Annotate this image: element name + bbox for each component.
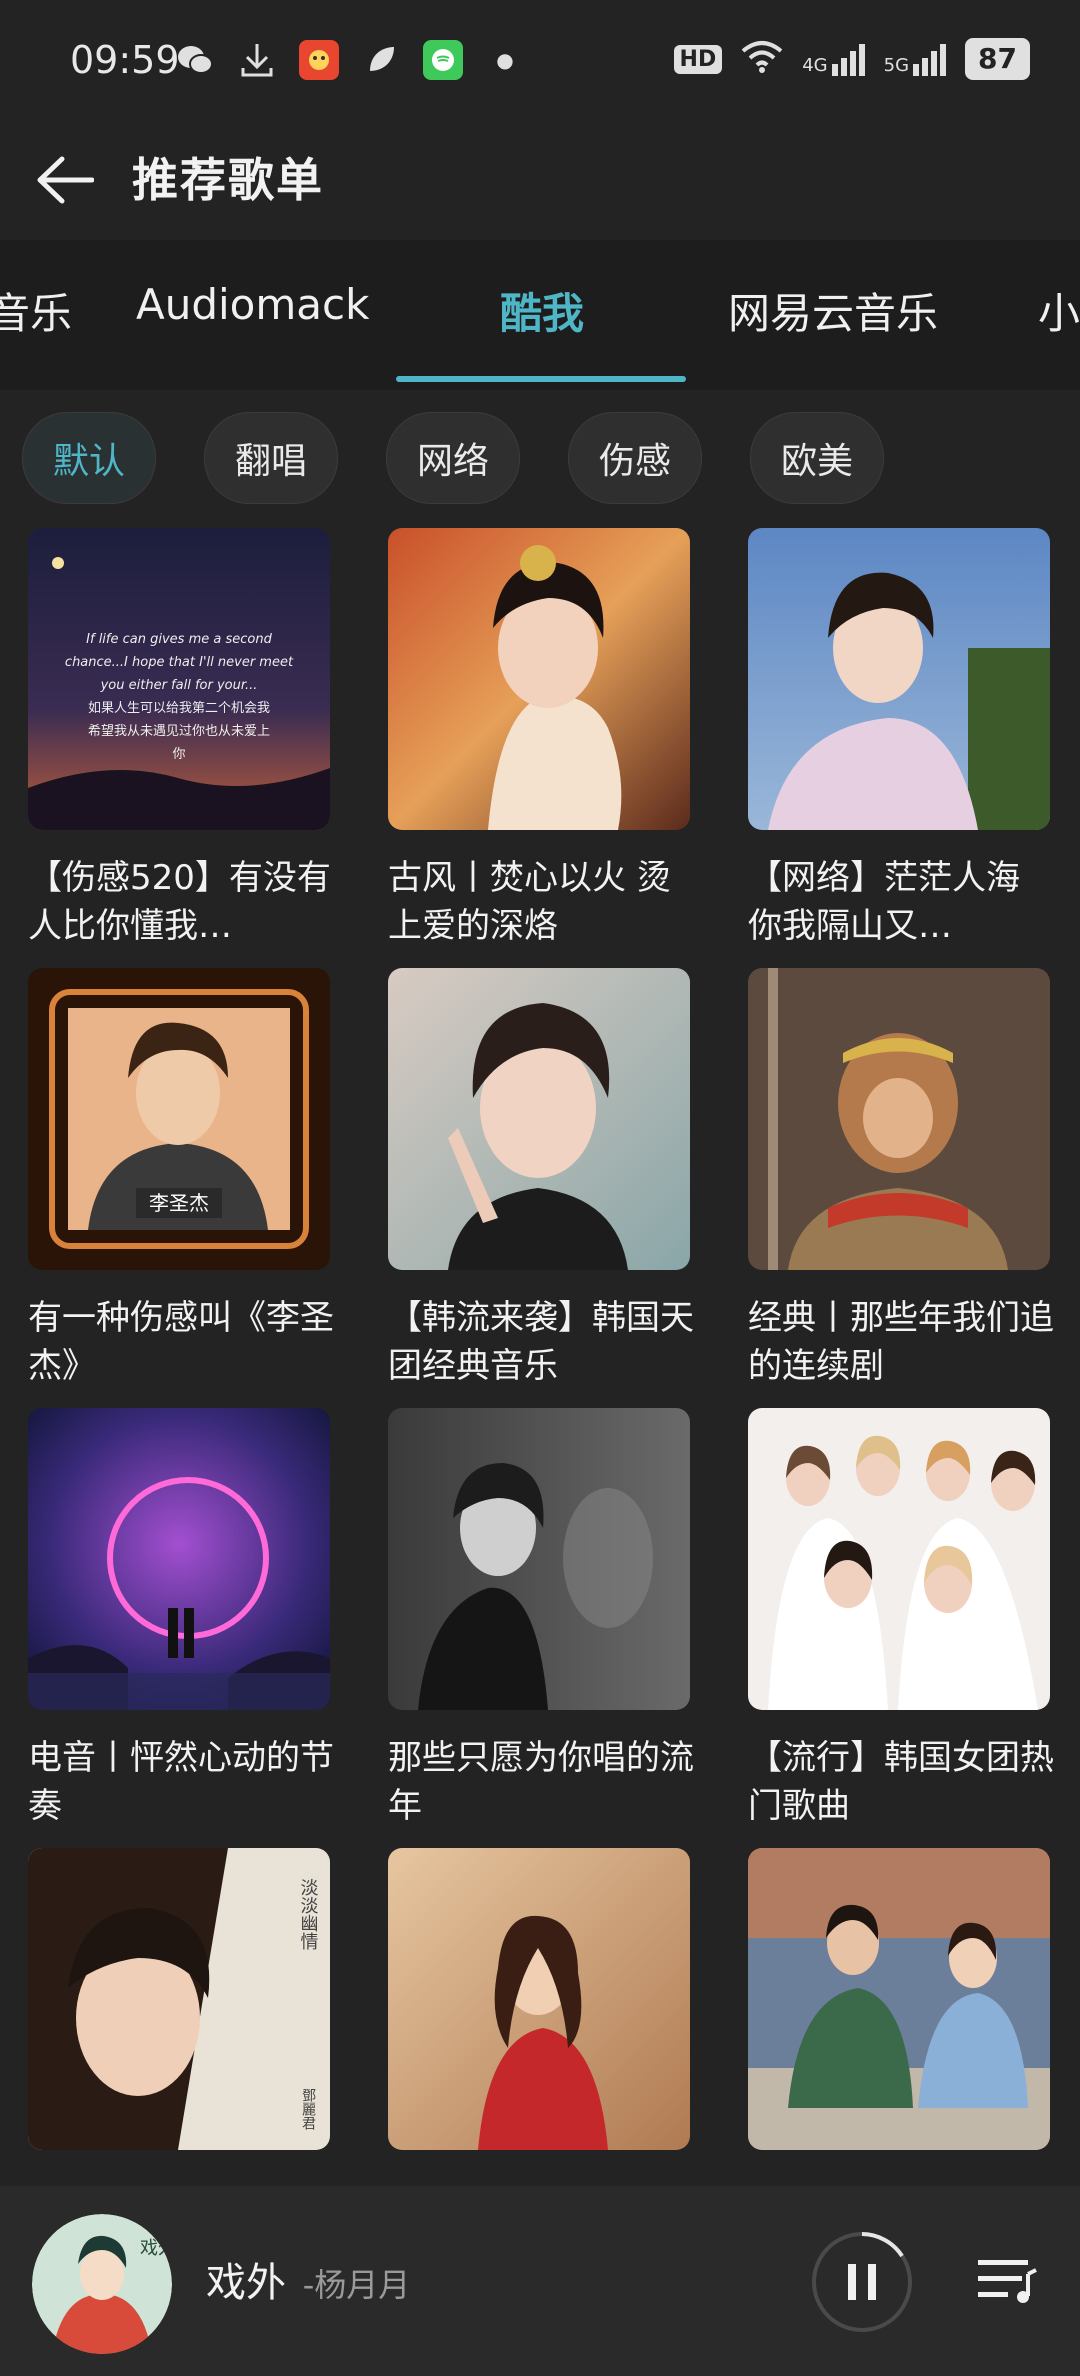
chip-cover[interactable]: 翻唱	[204, 412, 338, 504]
music-app-icon	[423, 40, 463, 80]
playlist-cover[interactable]	[748, 528, 1050, 830]
cover-text-label: 李圣杰	[149, 1191, 209, 1215]
now-playing-info[interactable]: 戏外 -杨月月	[206, 2250, 410, 2308]
now-playing-cover[interactable]: 戏外	[32, 2214, 172, 2354]
status-time: 09:59	[70, 38, 180, 82]
cover-text-artist: 鄧麗君	[300, 2088, 316, 2130]
pause-button[interactable]	[810, 2230, 914, 2334]
chip-internet[interactable]: 网络	[386, 412, 520, 504]
playlist-card[interactable]: 古风丨焚心以火 烫上爱的深烙	[388, 528, 690, 950]
signal-5g: 5G	[884, 42, 947, 76]
cover-text-line: you either fall for your...	[100, 678, 258, 693]
playlist-cover[interactable]	[388, 1408, 690, 1710]
song-title: 戏外	[206, 2260, 286, 2306]
tab-netease[interactable]: 网易云音乐	[728, 280, 938, 341]
download-icon	[237, 40, 277, 80]
playlist-cover[interactable]: 淡淡幽情 鄧麗君	[28, 1848, 330, 2150]
playlist-title: 经典丨那些年我们追的连续剧	[748, 1298, 1054, 1386]
playlist-cover[interactable]	[748, 1408, 1050, 1710]
hd-badge: HD	[673, 44, 723, 74]
disc-text: 戏外	[140, 2238, 172, 2259]
tab-kuwo[interactable]: 酷我	[500, 280, 584, 341]
mini-player[interactable]: 戏外 戏外 -杨月月	[0, 2186, 1080, 2376]
playlist-cover[interactable]	[388, 528, 690, 830]
playlist-cover[interactable]: If life can gives me a second chance...I…	[28, 528, 330, 830]
cover-text-line: If life can gives me a second	[86, 632, 272, 647]
status-indicators: HD 4G 5G 87	[673, 38, 1030, 80]
app-icon-red	[299, 40, 339, 80]
playlist-cover[interactable]	[748, 968, 1050, 1270]
playlist-cover[interactable]: 李圣杰	[28, 968, 330, 1270]
playlist-card[interactable]: 李圣杰 有一种伤感叫《李圣杰》	[28, 968, 334, 1390]
wifi-icon	[740, 39, 784, 80]
playlist-cover[interactable]	[388, 1848, 690, 2150]
leaf-app-icon	[361, 40, 401, 80]
chip-sad[interactable]: 伤感	[568, 412, 702, 504]
tab-audiomack[interactable]: Audiomack	[136, 280, 369, 329]
cover-text-line: chance...I hope that I'll never meet	[65, 655, 294, 670]
playlist-card[interactable]	[388, 1848, 690, 2174]
playlist-card[interactable]: 【韩流来袭】韩国天团经典音乐	[388, 968, 694, 1390]
playlist-title: 【流行】韩国女团热门歌曲	[748, 1738, 1054, 1826]
tab-music[interactable]: 音乐	[0, 280, 72, 341]
app-header: 推荐歌单	[0, 120, 1080, 240]
pause-icon	[848, 2264, 856, 2300]
playlist-cover[interactable]	[28, 1408, 330, 1710]
cover-text-line: 如果人生可以给我第二个机会我	[88, 700, 270, 716]
playlist-queue-icon[interactable]	[972, 2244, 1042, 2314]
playlist-card[interactable]: 【网络】茫茫人海 你我隔山又…	[748, 528, 1050, 950]
tab-more[interactable]: 小	[1038, 280, 1080, 341]
playlist-card[interactable]	[748, 1848, 1050, 2174]
playlist-title: 电音丨怦然心动的节奏	[28, 1738, 334, 1826]
playlist-card[interactable]: 那些只愿为你唱的流年	[388, 1408, 694, 1830]
wechat-icon	[175, 40, 215, 80]
playlist-card[interactable]: If life can gives me a second chance...I…	[28, 528, 331, 950]
signal-4g: 4G	[802, 42, 865, 76]
playlist-title: 【网络】茫茫人海 你我隔山又…	[748, 858, 1020, 946]
more-notifications-icon: ●	[496, 48, 514, 72]
source-tabs: 音乐 Audiomack 酷我 网易云音乐 小	[0, 240, 1080, 390]
playlist-card[interactable]: 电音丨怦然心动的节奏	[28, 1408, 334, 1830]
playlist-title: 那些只愿为你唱的流年	[388, 1738, 694, 1826]
playlist-title: 古风丨焚心以火 烫上爱的深烙	[388, 858, 671, 946]
song-artist: -杨月月	[302, 2266, 411, 2304]
active-tab-indicator	[396, 376, 686, 382]
cover-text-album: 淡淡幽情	[298, 1878, 319, 1951]
playlist-card[interactable]: 【流行】韩国女团热门歌曲	[748, 1408, 1054, 1830]
chip-default[interactable]: 默认	[22, 412, 156, 504]
status-bar: 09:59 ● HD 4G 5G 87	[0, 0, 1080, 120]
battery-indicator: 87	[965, 38, 1030, 80]
cover-text-line: 希望我从未遇见过你也从未爱上	[88, 723, 270, 739]
playlist-title: 【韩流来袭】韩国天团经典音乐	[388, 1298, 694, 1386]
chip-western[interactable]: 欧美	[750, 412, 884, 504]
playlist-card[interactable]: 淡淡幽情 鄧麗君	[28, 1848, 330, 2174]
playlist-cover[interactable]	[388, 968, 690, 1270]
playlist-cover[interactable]	[748, 1848, 1050, 2150]
playlist-title: 有一种伤感叫《李圣杰》	[28, 1298, 334, 1386]
back-arrow-icon[interactable]	[36, 155, 95, 205]
cover-text-line: 你	[172, 747, 185, 762]
notification-icons: ●	[175, 40, 525, 80]
page-title: 推荐歌单	[132, 153, 324, 207]
playlist-card[interactable]: 经典丨那些年我们追的连续剧	[748, 968, 1054, 1390]
playlist-title: 【伤感520】有没有人比你懂我…	[28, 858, 331, 946]
category-chips: 默认 翻唱 网络 伤感 欧美	[22, 412, 884, 504]
